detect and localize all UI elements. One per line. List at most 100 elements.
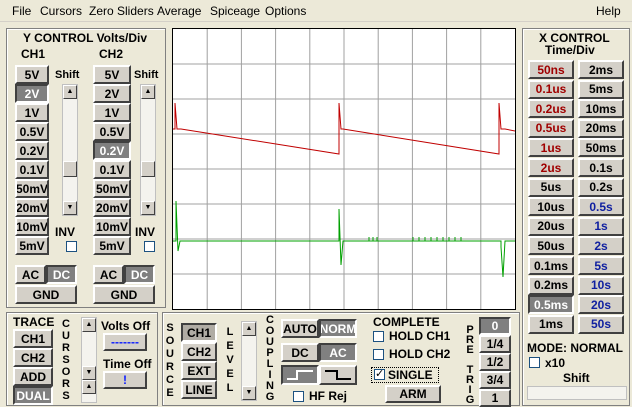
scroll-down-icon[interactable]: ▼ xyxy=(242,386,256,400)
ch1-volts-button[interactable]: 0.5V xyxy=(15,122,49,141)
source-line-button[interactable]: LINE xyxy=(181,380,217,399)
ch2-ac-button[interactable]: AC xyxy=(93,265,124,284)
time-div-button[interactable]: 50us xyxy=(528,236,574,256)
time-div-button[interactable]: 50ns xyxy=(528,60,574,79)
time-div-button[interactable]: 0.2s xyxy=(578,177,624,197)
time-off-value[interactable]: ! xyxy=(103,371,147,389)
menu-spiceage[interactable]: Spiceage xyxy=(210,4,260,18)
scroll-down-icon[interactable]: ▼ xyxy=(63,201,77,215)
ch2-volts-button[interactable]: 0.1V xyxy=(93,160,131,179)
time-div-button[interactable]: 10us xyxy=(528,197,574,217)
time-div-button[interactable]: 50s xyxy=(578,314,624,334)
time-div-button[interactable]: 0.1s xyxy=(578,158,624,177)
time-div-button[interactable]: 2us xyxy=(528,158,574,177)
ch1-volts-button[interactable]: 20mV xyxy=(15,198,49,217)
hf-rej-checkbox[interactable] xyxy=(293,391,304,402)
time-div-button[interactable]: 0.2us xyxy=(528,99,574,119)
source-ch1-button[interactable]: CH1 xyxy=(181,323,217,342)
time-div-button[interactable]: 2s xyxy=(578,236,624,256)
time-div-button[interactable]: 5s xyxy=(578,256,624,275)
time-div-button[interactable]: 50ms xyxy=(578,138,624,158)
ch1-volts-button[interactable]: 2V xyxy=(15,84,49,103)
x-shift-slider[interactable] xyxy=(527,386,627,400)
ch1-volts-button[interactable]: 1V xyxy=(15,103,49,122)
time-div-button[interactable]: 1us xyxy=(528,138,574,158)
menu-zero-sliders[interactable]: Zero Sliders xyxy=(89,4,154,18)
pretrig-button[interactable]: 1/2 xyxy=(479,353,511,371)
cursor-slider[interactable]: ▲ ▼ ▲ xyxy=(81,317,97,403)
ch1-volts-button[interactable]: 0.1V xyxy=(15,160,49,179)
x10-checkbox[interactable] xyxy=(529,357,540,368)
time-div-button[interactable]: 1s xyxy=(578,216,624,236)
menu-options[interactable]: Options xyxy=(265,4,306,18)
time-div-button[interactable]: 10s xyxy=(578,275,624,295)
ch2-volts-button[interactable]: 10mV xyxy=(93,217,131,236)
trigger-ac-button[interactable]: AC xyxy=(319,343,357,362)
time-div-button[interactable]: 20s xyxy=(578,295,624,315)
hold-ch1-checkbox[interactable] xyxy=(373,331,384,342)
ch2-volts-button[interactable]: 20mV xyxy=(93,198,131,217)
time-div-button[interactable]: 0.2ms xyxy=(528,275,574,295)
trace-add-button[interactable]: ADD xyxy=(13,367,53,386)
hold-ch2-checkbox[interactable] xyxy=(373,349,384,360)
ch2-volts-button[interactable]: 5mV xyxy=(93,236,131,255)
pretrig-button[interactable]: 0 xyxy=(479,317,511,335)
time-div-button[interactable]: 0.5ms xyxy=(528,295,574,315)
scroll-up-icon[interactable]: ▲ xyxy=(242,322,256,336)
ch1-volts-button[interactable]: 10mV xyxy=(15,217,49,236)
ch2-volts-button[interactable]: 1V xyxy=(93,103,131,122)
scroll-down-icon[interactable]: ▼ xyxy=(82,366,96,380)
ch2-gnd-button[interactable]: GND xyxy=(93,285,155,304)
ch2-inv-checkbox[interactable] xyxy=(144,241,155,252)
ch2-volts-button[interactable]: 2V xyxy=(93,84,131,103)
ch1-ac-button[interactable]: AC xyxy=(15,265,46,284)
trace-dual-button[interactable]: DUAL xyxy=(13,386,53,405)
scroll-up-icon[interactable]: ▲ xyxy=(82,318,96,332)
ch1-volts-button[interactable]: 5mV xyxy=(15,236,49,255)
trace-ch2-button[interactable]: CH2 xyxy=(13,348,53,367)
pretrig-button[interactable]: 1 xyxy=(479,389,511,407)
arm-button[interactable]: ARM xyxy=(385,385,441,403)
ch2-volts-button[interactable]: 0.5V xyxy=(93,122,131,141)
trace-ch1-button[interactable]: CH1 xyxy=(13,329,53,348)
slider-thumb[interactable] xyxy=(63,161,77,177)
trigger-norm-button[interactable]: NORM xyxy=(319,319,357,338)
trigger-level-slider[interactable]: ▲ ▼ xyxy=(241,321,257,401)
ch1-volts-button[interactable]: 0.2V xyxy=(15,141,49,160)
ch2-volts-button[interactable]: 5V xyxy=(93,65,131,84)
trigger-auto-button[interactable]: AUTO xyxy=(281,319,319,338)
time-div-button[interactable]: 0.5us xyxy=(528,118,574,138)
ch1-gnd-button[interactable]: GND xyxy=(15,285,77,304)
menu-help[interactable]: Help xyxy=(596,4,621,18)
ch1-volts-button[interactable]: 50mV xyxy=(15,179,49,198)
trigger-dc-button[interactable]: DC xyxy=(281,343,319,362)
menu-cursors[interactable]: Cursors xyxy=(40,4,82,18)
time-div-button[interactable]: 20us xyxy=(528,216,574,236)
ch1-volts-button[interactable]: 5V xyxy=(15,65,49,84)
time-div-button[interactable]: 20ms xyxy=(578,118,624,138)
ch1-shift-slider[interactable]: ▲ ▼ xyxy=(62,84,78,216)
ch2-shift-slider[interactable]: ▲ ▼ xyxy=(140,84,156,216)
volts-off-value[interactable]: ------- xyxy=(103,333,147,351)
time-div-button[interactable]: 5ms xyxy=(578,79,624,99)
time-div-button[interactable]: 0.1us xyxy=(528,79,574,99)
time-div-button[interactable]: 0.5s xyxy=(578,197,624,217)
falling-edge-icon[interactable] xyxy=(319,365,357,385)
pretrig-button[interactable]: 1/4 xyxy=(479,335,511,353)
ch2-volts-button[interactable]: 50mV xyxy=(93,179,131,198)
scroll-down-icon[interactable]: ▼ xyxy=(141,201,155,215)
time-div-button[interactable]: 5us xyxy=(528,177,574,197)
menu-file[interactable]: File xyxy=(12,4,31,18)
single-checkbox[interactable] xyxy=(374,367,385,380)
ch2-dc-button[interactable]: DC xyxy=(124,265,155,284)
menu-average[interactable]: Average xyxy=(157,4,201,18)
scroll-up-icon[interactable]: ▲ xyxy=(141,85,155,99)
source-ext-button[interactable]: EXT xyxy=(181,361,217,380)
pretrig-button[interactable]: 3/4 xyxy=(479,371,511,389)
ch1-dc-button[interactable]: DC xyxy=(46,265,77,284)
source-ch2-button[interactable]: CH2 xyxy=(181,342,217,361)
time-div-button[interactable]: 0.1ms xyxy=(528,256,574,275)
time-div-button[interactable]: 1ms xyxy=(528,314,574,334)
ch1-inv-checkbox[interactable] xyxy=(66,241,77,252)
ch2-volts-button[interactable]: 0.2V xyxy=(93,141,131,160)
